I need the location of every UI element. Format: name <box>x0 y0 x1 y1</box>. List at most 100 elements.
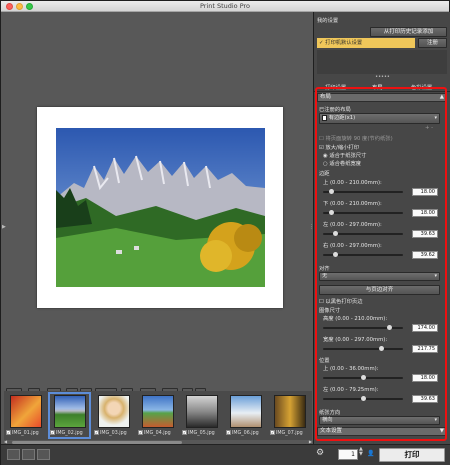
position-top-input[interactable]: 18.00 <box>412 374 438 382</box>
margin-bottom-input[interactable]: 18.00 <box>412 209 438 217</box>
print-button[interactable]: 打印 <box>379 448 445 462</box>
position-left-slider[interactable] <box>323 396 403 401</box>
expand-down-icon[interactable]: ▼ <box>440 428 444 435</box>
thumbnail-checkbox[interactable]: ✓ <box>6 430 11 435</box>
view-split-icon[interactable] <box>22 449 35 460</box>
rotate-label: 将页面旋转 90 度(节约纸张) <box>325 136 393 142</box>
margin-bottom-label: 下 (0.00 - 210.00mm): <box>323 201 382 207</box>
add-remove-icons[interactable]: + - <box>425 125 433 131</box>
printer-default-item[interactable]: ✓ 打印机默认设置 <box>317 38 415 48</box>
slider-knob[interactable] <box>329 210 334 215</box>
settings-gear-icon[interactable]: ⚙ <box>316 448 324 458</box>
slider-knob[interactable] <box>361 375 366 380</box>
settings-tabs: 打印设置 布局 色彩设置 <box>314 81 450 92</box>
margin-right-slider[interactable] <box>323 252 403 257</box>
bottom-bar: ⚙ 1 ▲ ▼ 👤 打印 <box>1 444 450 465</box>
thumbnail-image <box>274 395 306 428</box>
align-to-margin-button[interactable]: 与页边对齐 <box>319 285 440 295</box>
tab-print-settings[interactable]: 打印设置 <box>325 83 346 91</box>
app-window: Print Studio Pro ▶ ⋮ ✓ IMG_01.jpg ✓ IMG_… <box>0 0 450 465</box>
text-settings-header[interactable]: 文本设置 ▼ <box>317 427 447 436</box>
slider-knob[interactable] <box>361 396 366 401</box>
register-button[interactable]: 注册 <box>418 38 447 48</box>
tab-layout[interactable]: 布局 <box>372 83 383 91</box>
scale-checkbox[interactable]: ☑ 放大/缩小打印 <box>319 143 359 151</box>
height-label: 高度 (0.00 - 210.00mm): <box>323 316 388 322</box>
thumbnail-filename: IMG_04.jpg <box>144 431 171 436</box>
thumbnail-checkbox[interactable]: ✓ <box>94 430 99 435</box>
fit-width-radio[interactable]: ○ 适合卷纸宽度 <box>323 159 361 167</box>
printer-default-label: 打印机默认设置 <box>325 40 363 46</box>
slider-knob[interactable] <box>333 252 338 257</box>
layout-select[interactable]: 有边距(x1) ▾ <box>319 113 440 124</box>
thumbnail-checkbox[interactable]: ✓ <box>182 430 187 435</box>
thumbnail-checkbox[interactable]: ✓ <box>138 430 143 435</box>
settings-panel: 我的设置 从打印历史记录添加 ✓ 打印机默认设置 注册 ••••• 打印设置 布… <box>313 12 450 444</box>
slider-knob[interactable] <box>387 325 392 330</box>
height-input[interactable]: 174.00 <box>412 324 438 332</box>
close-window-button[interactable] <box>6 3 13 10</box>
width-label: 宽度 (0.00 - 297.00mm): <box>323 337 388 343</box>
thumbnail-image <box>230 395 262 428</box>
rotate-checkbox[interactable]: ☐ 将页面旋转 90 度(节约纸张) <box>319 134 393 142</box>
collapse-left-arrow-icon[interactable]: ▶ <box>2 224 6 230</box>
width-slider[interactable] <box>323 346 403 351</box>
window-title: Print Studio Pro <box>199 2 251 10</box>
thumbnail-checkbox[interactable]: ✓ <box>270 430 275 435</box>
thumbnail-filename: IMG_06.jpg <box>232 431 259 436</box>
margin-bottom-slider[interactable] <box>323 210 403 215</box>
add-from-history-button[interactable]: 从打印历史记录添加 <box>370 27 447 37</box>
chevron-down-icon: ▾ <box>434 273 437 279</box>
slider-knob[interactable] <box>333 231 338 236</box>
view-single-icon[interactable] <box>7 449 20 460</box>
thumbnail-4[interactable]: ✓ IMG_04.jpg <box>138 394 177 437</box>
thumbnail-6[interactable]: ✓ IMG_06.jpg <box>226 394 265 437</box>
layout-section-title: 布局 <box>320 94 332 100</box>
fit-paper-radio[interactable]: ◉ 适合于纸张尺寸 <box>323 151 366 159</box>
thumbnail-checkbox[interactable]: ✓ <box>50 430 55 435</box>
thumbnail-filename: IMG_05.jpg <box>188 431 215 436</box>
thumbnail-5[interactable]: ✓ IMG_05.jpg <box>182 394 221 437</box>
margin-top-input[interactable]: 18.00 <box>412 188 438 196</box>
thumbnail-image <box>54 395 86 428</box>
slider-knob[interactable] <box>379 346 384 351</box>
copies-input[interactable]: 1 <box>338 449 358 460</box>
thumbnail-filename: IMG_07.jpg <box>276 431 303 436</box>
thumbnail-1[interactable]: ✓ IMG_01.jpg <box>6 394 45 437</box>
layout-page-icon <box>322 114 327 121</box>
margin-left-slider[interactable] <box>323 231 403 236</box>
orientation-select[interactable]: 横向 ▾ <box>319 416 440 425</box>
tab-color-settings[interactable]: 色彩设置 <box>411 83 432 91</box>
thumbnail-2-selected[interactable]: ✓ IMG_02.jpg <box>48 392 91 439</box>
margins-label: 边距 <box>319 171 330 177</box>
thumbnail-7[interactable]: ✓ IMG_07.jpg <box>270 394 310 437</box>
collapse-up-icon[interactable]: ▲ <box>440 94 444 101</box>
view-compare-icon[interactable] <box>37 449 50 460</box>
minimize-window-button[interactable] <box>16 3 23 10</box>
thumbnail-3[interactable]: ✓ IMG_03.jpg <box>94 394 133 437</box>
slider-knob[interactable] <box>329 189 334 194</box>
layout-section-header[interactable]: 布局 ▲ <box>317 93 447 102</box>
copies-stepper-icon[interactable]: ▲ ▼ <box>359 447 363 457</box>
black-margin-checkbox[interactable]: ☐ 以黑色打印页边 <box>319 297 363 305</box>
margin-right-input[interactable]: 39.62 <box>412 251 438 259</box>
position-left-label: 左 (0.00 - 79.25mm): <box>323 387 379 393</box>
align-select[interactable]: 无 ▾ <box>319 272 440 281</box>
thumbnail-image <box>142 395 174 428</box>
black-margin-label: 以黑色打印页边 <box>325 299 363 305</box>
text-settings-title: 文本设置 <box>320 428 343 434</box>
align-label: 对齐 <box>319 266 330 272</box>
width-input[interactable]: 217.75 <box>412 345 438 353</box>
position-top-slider[interactable] <box>323 375 403 380</box>
height-slider[interactable] <box>323 325 403 330</box>
thumbnail-checkbox[interactable]: ✓ <box>226 430 231 435</box>
photo-preview[interactable] <box>56 128 265 287</box>
title-bar: Print Studio Pro <box>1 1 449 12</box>
thumbnail-filename: IMG_01.jpg <box>12 431 39 436</box>
position-top-label: 上 (0.00 - 36.00mm): <box>323 366 379 372</box>
zoom-window-button[interactable] <box>26 3 33 10</box>
margin-left-input[interactable]: 39.63 <box>412 230 438 238</box>
position-left-input[interactable]: 39.63 <box>412 395 438 403</box>
margin-top-slider[interactable] <box>323 189 403 194</box>
orientation-select-value: 横向 <box>322 417 333 423</box>
